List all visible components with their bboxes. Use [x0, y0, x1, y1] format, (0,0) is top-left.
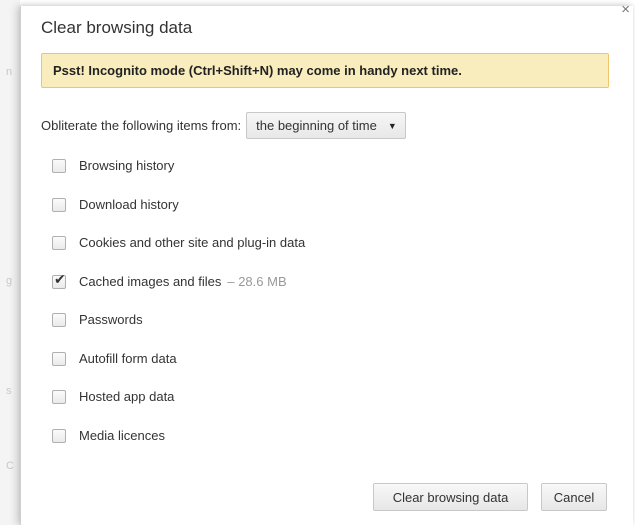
checkbox-row[interactable]: ✔ Cached images and files – 28.6 MB [52, 270, 287, 289]
incognito-tip-banner: Psst! Incognito mode (Ctrl+Shift+N) may … [41, 53, 609, 88]
checkbox-row[interactable]: Passwords [52, 312, 143, 327]
clear-browsing-data-button[interactable]: Clear browsing data [373, 483, 528, 511]
checkbox-row[interactable]: Browsing history [52, 158, 174, 173]
checkbox-row[interactable]: Hosted app data [52, 389, 174, 404]
background-text: n [6, 66, 13, 78]
checkbox-row[interactable]: Cookies and other site and plug-in data [52, 235, 305, 250]
checkmark-icon: ✔ [54, 270, 66, 287]
checkbox[interactable]: ✔ [52, 270, 66, 289]
checkbox[interactable] [52, 197, 66, 212]
checkbox-row[interactable]: Media licences [52, 428, 165, 443]
checkbox[interactable] [52, 351, 66, 366]
checkbox-label: Cookies and other site and plug-in data [79, 235, 306, 250]
checkbox-row[interactable]: Autofill form data [52, 351, 177, 366]
background-page: n g s C [0, 0, 20, 525]
checkbox[interactable] [52, 312, 66, 327]
checkbox-label: Download history [79, 197, 179, 212]
checkbox[interactable] [52, 428, 66, 443]
background-text: g [6, 275, 13, 287]
cache-size-note: – 28.6 MB [227, 274, 287, 289]
background-text: C [6, 460, 14, 472]
checkbox[interactable] [52, 235, 66, 250]
clear-browsing-data-dialog: Clear browsing data × Psst! Incognito mo… [20, 2, 633, 525]
checkbox-label: Browsing history [79, 158, 175, 173]
dropdown-caret-icon: ▼ [387, 120, 397, 131]
checkbox[interactable] [52, 158, 66, 173]
close-icon[interactable]: × [621, 2, 630, 17]
checkbox-label: Cached images and files [79, 274, 222, 289]
background-text: s [6, 385, 12, 397]
checkbox-row[interactable]: Download history [52, 197, 179, 212]
page: n g s C Clear browsing data × Psst! Inco… [0, 0, 635, 525]
time-range-row: Obliterate the following items from: the… [41, 112, 406, 139]
checkbox-label: Media licences [79, 428, 165, 443]
dialog-title: Clear browsing data [41, 18, 193, 37]
time-range-dropdown[interactable]: the beginning of time ▼ [246, 112, 406, 139]
time-range-value: the beginning of time [256, 118, 377, 133]
cancel-button[interactable]: Cancel [541, 483, 607, 511]
checkbox-label: Hosted app data [79, 389, 175, 404]
checkbox-label: Autofill form data [79, 351, 177, 366]
checkbox-label: Passwords [79, 312, 143, 327]
checkbox[interactable] [52, 389, 66, 404]
time-range-label: Obliterate the following items from: [41, 118, 242, 133]
